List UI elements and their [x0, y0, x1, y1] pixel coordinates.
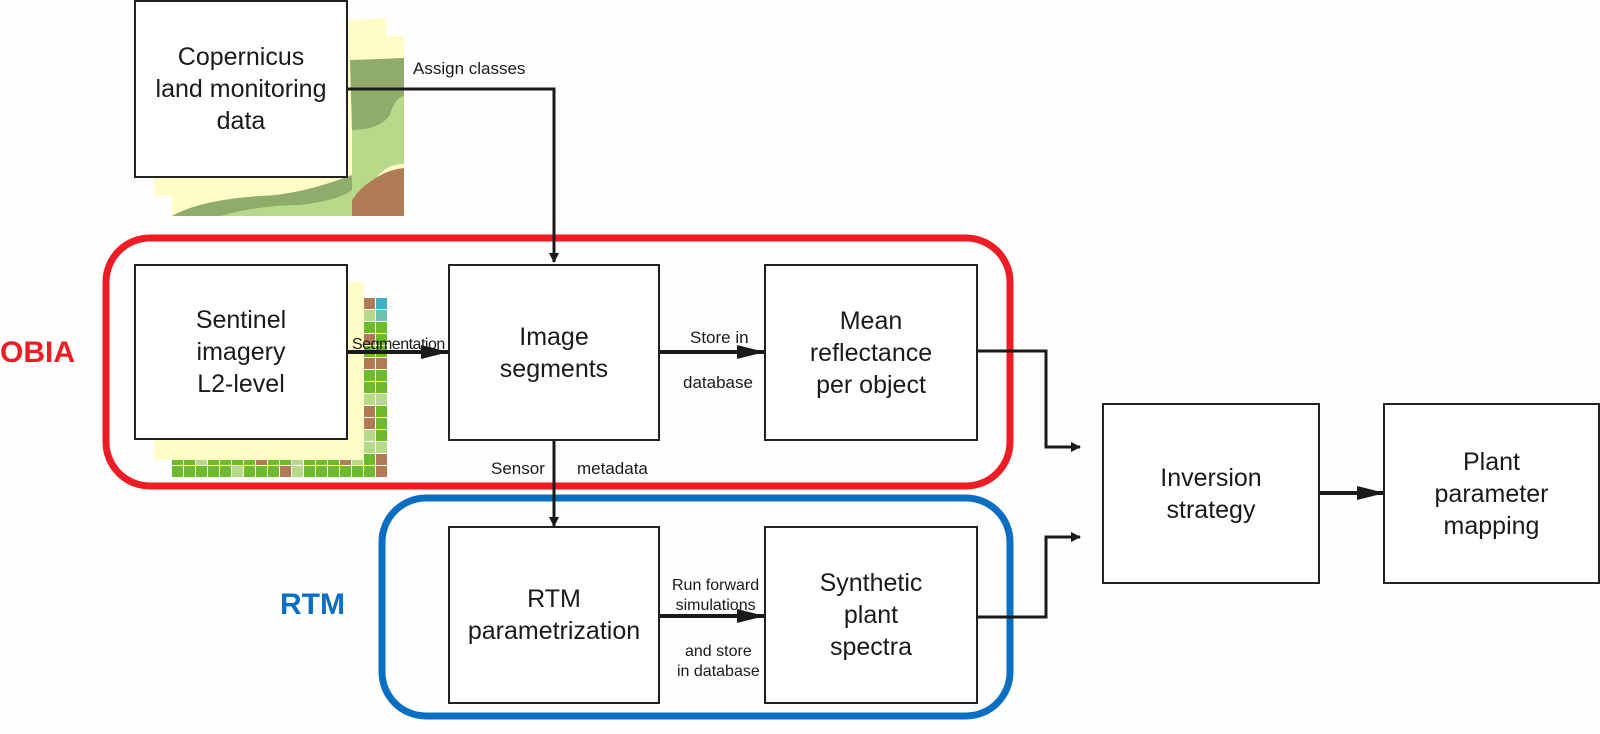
sentinel-box: Sentinel imagery L2-level: [134, 264, 348, 440]
obia-group-label: OBIA: [0, 336, 75, 369]
rtm-group-label: RTM: [280, 588, 345, 621]
sensor-label: Sensor: [491, 459, 545, 478]
rtm-parametrization-box: RTM parametrization: [448, 526, 660, 704]
image-segments-box: Image segments: [448, 264, 660, 441]
inversion-strategy-box: Inversion strategy: [1102, 403, 1320, 584]
run-forward-simulations-label: Run forward simulations: [672, 577, 760, 614]
metadata-label: metadata: [577, 459, 648, 478]
segmentation-label: Segmentation: [352, 336, 445, 353]
synthetic-spectra-box: Synthetic plant spectra: [764, 526, 978, 704]
store-in-label: Store in: [690, 328, 749, 347]
mean-reflectance-box: Mean reflectance per object: [764, 264, 978, 441]
assign-classes-label: Assign classes: [413, 59, 526, 78]
database-label: database: [683, 373, 753, 392]
edge-spectra-inversion: [977, 532, 1081, 619]
plant-parameter-mapping-box: Plant parameter mapping: [1383, 403, 1600, 584]
copernicus-box: Copernicus land monitoring data: [134, 0, 348, 178]
edge-reflectance-inversion: [977, 349, 1081, 452]
store-in-database-label: and store in database: [677, 643, 760, 680]
